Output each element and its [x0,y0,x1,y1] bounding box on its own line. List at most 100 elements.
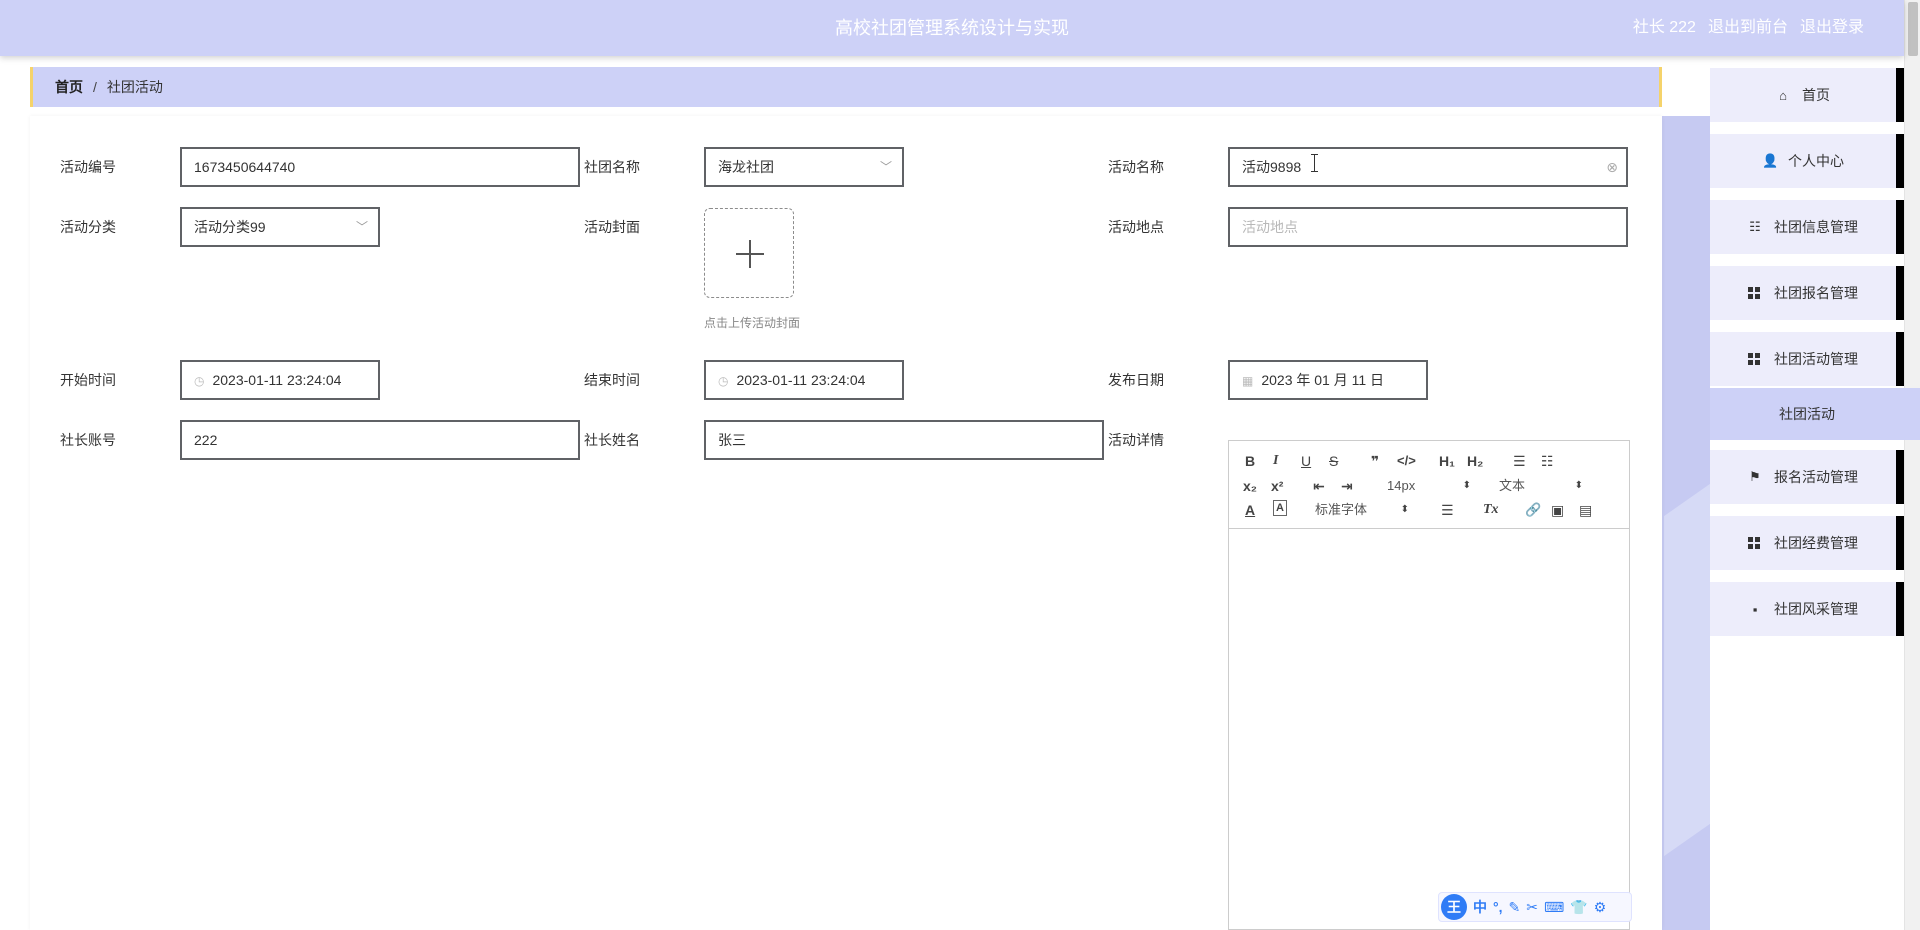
current-user: 社长 222 [1632,19,1696,36]
top-header: 高校社团管理系统设计与实现 社长 222 退出到前台 退出登录 [0,0,1904,56]
menu-item-club-style[interactable]: ▪ 社团风采管理 [1710,582,1904,636]
editor-content-area[interactable] [1229,530,1629,929]
link-icon[interactable]: 🔗 [1525,500,1541,520]
activity-location-input[interactable]: 活动地点 [1228,207,1628,247]
menu-item-label: 社团信息管理 [1774,219,1858,235]
menu-item-club-funds[interactable]: 社团经费管理 [1710,516,1904,570]
end-time-picker[interactable]: ◷ 2023-01-11 23:24:04 [704,360,904,400]
system-title: 高校社团管理系统设计与实现 [835,18,1069,38]
start-time-picker[interactable]: ◷ 2023-01-11 23:24:04 [180,360,380,400]
ordered-list-icon[interactable]: ☰ [1513,451,1526,471]
menu-item-club-signup[interactable]: 社团报名管理 [1710,266,1904,320]
start-time-label: 开始时间 [60,372,116,388]
activity-no-label: 活动编号 [60,159,116,175]
background-color-icon[interactable]: A [1273,500,1287,516]
bullet-list-icon[interactable]: ☷ [1541,451,1554,471]
ime-skin-icon[interactable]: 👕 [1570,899,1587,916]
menu-item-home[interactable]: ⌂ 首页 [1710,68,1904,122]
video-icon[interactable]: ▤ [1579,500,1592,520]
publish-date-picker[interactable]: ▦ 2023 年 01 月 11 日 [1228,360,1428,400]
menu-item-label: 社团经费管理 [1774,535,1858,551]
ime-keyboard-icon[interactable]: ⌨ [1544,899,1564,916]
club-name-label: 社团名称 [584,159,640,175]
menu-item-label: 首页 [1802,87,1830,103]
publish-date-value: 2023 年 01 月 11 日 [1261,372,1385,388]
scroll-thumb[interactable] [1908,2,1918,56]
activity-name-label: 活动名称 [1108,159,1164,175]
header-actions: 社长 222 退出到前台 退出登录 [1633,0,1864,56]
updown-icon: ⬍ [1574,480,1583,491]
grid-icon [1748,537,1762,549]
home-icon: ⌂ [1779,87,1787,103]
ime-toolbar: 王 中 °, ✎ ✂ ⌨ 👕 ⚙ [1438,892,1632,922]
comment-icon: ▪ [1752,601,1758,617]
heading2-icon[interactable]: H₂ [1467,451,1483,471]
grid-icon [1748,353,1762,365]
background-decoration [1664,483,1710,857]
image-icon[interactable]: ▣ [1551,500,1564,520]
ime-scissors-icon[interactable]: ✂ [1526,899,1538,916]
text-cursor-icon [1311,154,1318,172]
editor-toolbar: B I U S ❞ </> H₁ H₂ ☰ ☷ x₂ x² ⇤ ⇥ 14px ⬍… [1229,441,1629,529]
font-size-select[interactable]: 14px ⬍ [1387,476,1471,496]
activity-name-input[interactable]: 活动9898 ⊗ [1228,147,1628,187]
heading1-icon[interactable]: H₁ [1439,451,1455,471]
updown-icon: ⬍ [1400,504,1409,515]
font-family-select[interactable]: 标准字体 ⬍ [1315,500,1409,520]
menu-item-label: 社团报名管理 [1774,285,1858,301]
activity-category-label: 活动分类 [60,219,116,235]
updown-icon: ⬍ [1462,480,1471,491]
publish-date-label: 发布日期 [1108,372,1164,388]
activity-category-value: 活动分类99 [194,219,266,235]
bold-icon[interactable]: B [1245,451,1255,471]
activity-category-select[interactable]: 活动分类99 ﹀ [180,207,380,247]
menu-item-signup-activity[interactable]: ⚑ 报名活动管理 [1710,450,1904,504]
page-scrollbar[interactable] [1904,0,1920,930]
club-name-select[interactable]: 海龙社团 ﹀ [704,147,904,187]
menu-item-club-activity[interactable]: 社团活动管理 [1710,332,1904,386]
plus-icon-vertical [749,240,751,268]
font-family-value: 标准字体 [1315,502,1368,517]
code-icon[interactable]: </> [1397,451,1416,471]
activity-location-label: 活动地点 [1108,219,1164,235]
menu-item-profile[interactable]: 👤 个人中心 [1710,134,1904,188]
leader-account-value: 222 [194,432,218,448]
subscript-icon[interactable]: x₂ [1243,476,1257,496]
outdent-icon[interactable]: ⇤ [1313,476,1325,496]
quote-icon[interactable]: ❞ [1371,451,1379,471]
to-front-link[interactable]: 退出到前台 [1708,0,1788,56]
flag-icon: ⚑ [1749,469,1761,484]
chevron-down-icon: ﹀ [879,160,892,174]
strikethrough-icon[interactable]: S [1329,451,1338,471]
clear-format-icon[interactable]: Tx [1483,500,1499,520]
italic-icon[interactable]: I [1273,451,1278,471]
leader-account-input[interactable]: 222 [180,420,580,460]
font-color-icon[interactable]: A [1245,500,1255,520]
breadcrumb-home[interactable]: 首页 [55,67,83,107]
ime-chinese-icon[interactable]: 中 [1473,897,1487,917]
sliders-icon: ☷ [1749,219,1761,234]
clear-circle-icon[interactable]: ⊗ [1606,149,1618,185]
underline-icon[interactable]: U [1301,451,1311,471]
ime-logo-icon[interactable]: 王 [1441,894,1467,920]
font-size-value: 14px [1387,478,1416,493]
side-menu: ⌂ 首页 👤 个人中心 ☷ 社团信息管理 社团报名管理 社团活动管理 社团活动 … [1710,56,1920,930]
superscript-icon[interactable]: x² [1271,476,1283,496]
logout-link[interactable]: 退出登录 [1800,0,1864,56]
header-type-select[interactable]: 文本 ⬍ [1499,476,1583,496]
user-icon: 👤 [1762,153,1779,168]
menu-subitem-activity[interactable]: 社团活动 [1710,388,1920,440]
activity-no-input[interactable]: 1673450644740 [180,147,580,187]
indent-icon[interactable]: ⇥ [1341,476,1353,496]
end-time-label: 结束时间 [584,372,640,388]
breadcrumb-current: 社团活动 [106,79,163,95]
ime-settings-icon[interactable]: ⚙ [1594,899,1607,916]
ime-pen-icon[interactable]: ✎ [1509,899,1521,916]
activity-location-placeholder: 活动地点 [1242,219,1298,235]
cover-upload-box[interactable] [704,208,794,298]
calendar-icon: ▦ [1242,374,1254,388]
menu-item-club-info[interactable]: ☷ 社团信息管理 [1710,200,1904,254]
align-icon[interactable]: ☰ [1441,500,1454,520]
leader-name-input[interactable]: 张三 [704,420,1104,460]
ime-punct-icon[interactable]: °, [1493,899,1503,915]
